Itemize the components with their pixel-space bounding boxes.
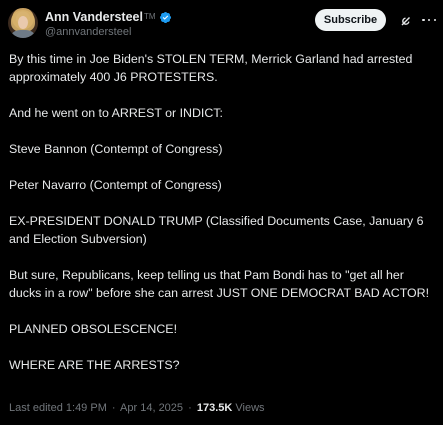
verified-badge-icon [159,11,172,24]
post-paragraph: By this time in Joe Biden's STOLEN TERM,… [9,52,416,84]
grok-icon[interactable] [400,14,412,26]
author-display-name[interactable]: Ann Vandersteel [45,10,143,24]
post-meta: Last edited 1:49 PM · Apr 14, 2025 · 173… [9,402,265,414]
post-time[interactable]: 1:49 PM [66,402,107,414]
post-paragraph: WHERE ARE THE ARRESTS? [9,358,180,372]
author-handle[interactable]: @annvandersteel [45,26,172,38]
post-card: Ann Vandersteel TM @annvandersteel Subsc… [0,0,443,425]
trademark-mark: TM [143,11,156,21]
author-block[interactable]: Ann Vandersteel TM @annvandersteel [45,9,172,38]
views-label: Views [235,402,265,414]
post-body: By this time in Joe Biden's STOLEN TERM,… [9,50,439,374]
post-paragraph: PLANNED OBSOLESCENCE! [9,322,178,336]
post-paragraph: And he went on to ARREST or INDICT: [9,106,223,120]
meta-separator: · [188,402,192,414]
post-paragraph: Peter Navarro (Contempt of Congress) [9,178,222,192]
more-options-icon[interactable] [422,14,436,26]
meta-separator: · [111,402,116,414]
post-date[interactable]: Apr 14, 2025 [120,402,183,414]
post-paragraph: But sure, Republicans, keep telling us t… [9,268,430,300]
post-paragraph: Steve Bannon (Contempt of Congress) [9,142,223,156]
edited-label[interactable]: Last edited [9,402,63,414]
subscribe-button[interactable]: Subscribe [315,9,386,31]
post-header: Ann Vandersteel TM @annvandersteel Subsc… [8,8,436,40]
views-count[interactable]: 173.5K [197,402,232,414]
post-paragraph: EX-PRESIDENT DONALD TRUMP (Classified Do… [9,214,427,246]
avatar[interactable] [8,8,38,38]
